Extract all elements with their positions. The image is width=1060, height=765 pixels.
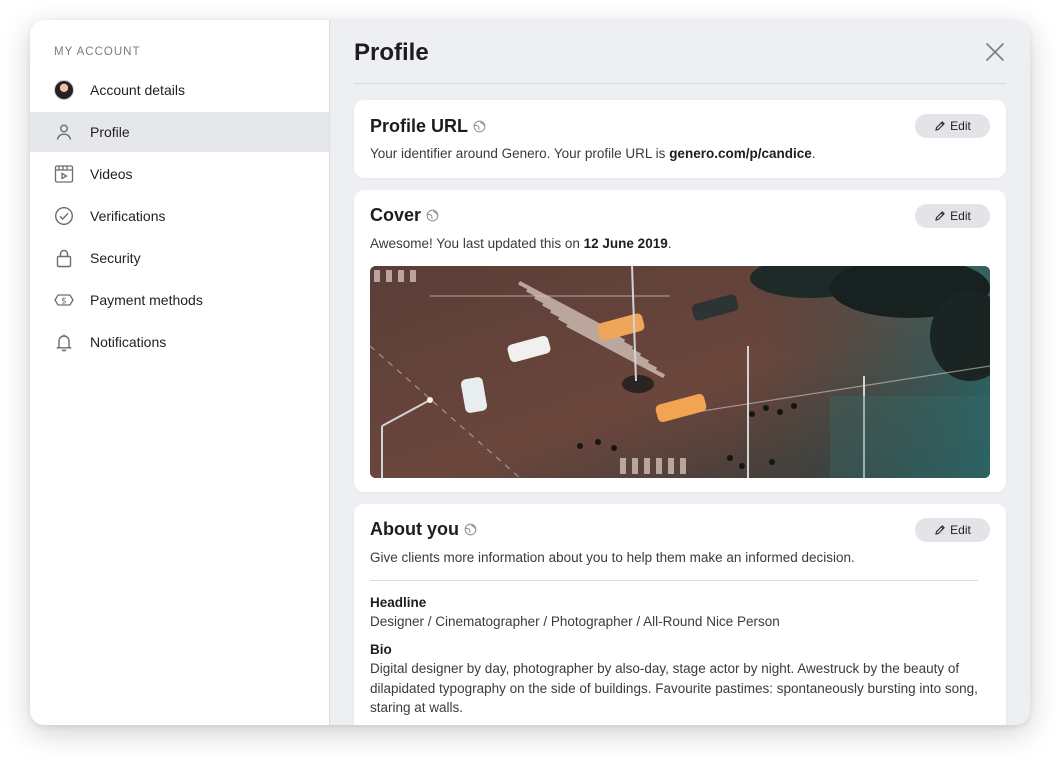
sidebar-item-payment-methods[interactable]: $ Payment methods	[30, 280, 329, 320]
sidebar-item-profile[interactable]: Profile	[30, 112, 329, 152]
sidebar-item-label: Payment methods	[90, 292, 203, 308]
cover-title: Cover	[370, 205, 422, 226]
edit-profile-url-button[interactable]: Edit	[915, 114, 990, 138]
profile-url-link: genero.com/p/candice	[669, 146, 812, 161]
headline-field: Headline Designer / Cinematographer / Ph…	[370, 595, 990, 632]
sidebar-item-verifications[interactable]: Verifications	[30, 196, 329, 236]
sidebar-item-videos[interactable]: Videos	[30, 154, 329, 194]
sidebar-item-security[interactable]: Security	[30, 238, 329, 278]
card-title: Profile URL	[370, 116, 486, 137]
sidebar-item-label: Account details	[90, 82, 185, 98]
cover-suffix: .	[667, 235, 672, 251]
edit-label: Edit	[950, 119, 971, 133]
bio-label: Bio	[370, 642, 392, 658]
sidebar-item-label: Videos	[90, 166, 133, 182]
globe-icon	[473, 120, 486, 133]
about-card: About you Edit Give clients more informa…	[354, 503, 1006, 725]
svg-text:$: $	[61, 296, 66, 306]
about-intro: Give clients more information about you …	[370, 549, 855, 565]
cover-prefix: Awesome! You last updated this on	[370, 235, 584, 251]
edit-label: Edit	[950, 522, 971, 537]
sidebar-heading: MY ACCOUNT	[54, 46, 141, 58]
bio-field: Bio Digital designer by day, photographe…	[370, 642, 990, 718]
headline-label: Headline	[370, 594, 427, 610]
bell-icon	[53, 331, 75, 353]
sidebar-item-label: Notifications	[90, 334, 167, 350]
close-icon[interactable]	[984, 41, 1006, 63]
card-title: About you	[370, 519, 477, 540]
sidebar-item-label: Security	[90, 250, 141, 266]
cover-image	[370, 265, 990, 478]
sidebar: MY ACCOUNT Account details Profile Video…	[30, 20, 330, 725]
about-title: About you	[370, 519, 459, 540]
check-circle-icon	[53, 205, 75, 227]
lock-icon	[53, 247, 75, 269]
main-panel: Profile Profile URL Edit Your identifier…	[330, 20, 1030, 725]
divider	[370, 579, 978, 581]
edit-about-button[interactable]: Edit	[915, 517, 990, 542]
page-title: Profile	[354, 38, 429, 66]
cover-text: Awesome! You last updated this on 12 Jun…	[370, 235, 990, 254]
headline-value: Designer / Cinematographer / Photographe…	[370, 613, 780, 629]
profile-url-title: Profile URL	[370, 115, 469, 136]
sidebar-item-account-details[interactable]: Account details	[30, 70, 329, 110]
profile-url-suffix: .	[811, 146, 816, 161]
cover-card: Cover Edit Awesome! You last updated thi…	[354, 189, 1006, 492]
edit-cover-button[interactable]: Edit	[915, 203, 990, 228]
globe-icon	[426, 209, 439, 222]
user-icon	[53, 121, 75, 143]
avatar	[53, 79, 75, 101]
page-header: Profile	[354, 20, 1006, 84]
profile-url-text: Your identifier around Genero. Your prof…	[370, 145, 990, 164]
account-window: MY ACCOUNT Account details Profile Video…	[30, 20, 1030, 725]
pencil-icon	[935, 121, 946, 131]
pencil-icon	[935, 524, 946, 535]
edit-label: Edit	[950, 208, 971, 223]
card-title: Cover	[370, 205, 439, 226]
profile-url-card: Profile URL Edit Your identifier around …	[354, 100, 1006, 178]
globe-icon	[464, 523, 477, 536]
cover-date: 12 June 2019	[583, 235, 668, 251]
dollar-bill-icon: $	[53, 289, 75, 311]
sidebar-item-label: Verifications	[90, 208, 166, 224]
pencil-icon	[935, 211, 946, 221]
sidebar-item-notifications[interactable]: Notifications	[30, 322, 329, 362]
video-icon	[53, 163, 75, 185]
bio-value: Digital designer by day, photographer by…	[370, 661, 978, 716]
profile-url-prefix: Your identifier around Genero. Your prof…	[370, 146, 670, 161]
sidebar-item-label: Profile	[90, 124, 130, 140]
